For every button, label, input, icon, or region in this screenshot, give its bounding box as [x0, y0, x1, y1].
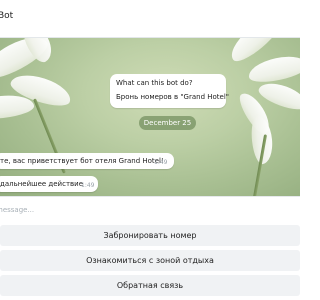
message-time: 1:49 — [81, 182, 95, 189]
wallpaper-petal — [246, 52, 300, 86]
message-composer — [0, 196, 300, 222]
message-text: дальнейшее действие — [0, 180, 84, 188]
keyboard-button-book-room[interactable]: Забронировать номер — [0, 225, 300, 246]
chat-title: Bot — [0, 11, 14, 21]
message-text: те, вас приветствует бот отеля Grand Hot… — [0, 157, 164, 165]
keyboard-button-feedback[interactable]: Обратная связь — [0, 275, 300, 296]
date-separator: December 25 — [139, 116, 196, 130]
message-bubble[interactable]: те, вас приветствует бот отеля Grand Hot… — [0, 153, 174, 169]
chat-header: Bot — [0, 0, 300, 38]
message-input[interactable] — [0, 203, 276, 217]
chat-area[interactable]: What can this bot do? Бронь номеров в "G… — [0, 38, 300, 196]
message-time: 1:49 — [154, 159, 168, 166]
bot-info-card: What can this bot do? Бронь номеров в "G… — [110, 74, 230, 108]
bot-info-description: Бронь номеров в "Grand Hotel" — [116, 93, 230, 101]
keyboard-button-relax-zone[interactable]: Ознакомиться с зоной отдыха — [0, 250, 300, 271]
message-bubble[interactable]: дальнейшее действие 1:49 — [0, 176, 98, 192]
bot-info-title: What can this bot do? — [116, 79, 193, 87]
